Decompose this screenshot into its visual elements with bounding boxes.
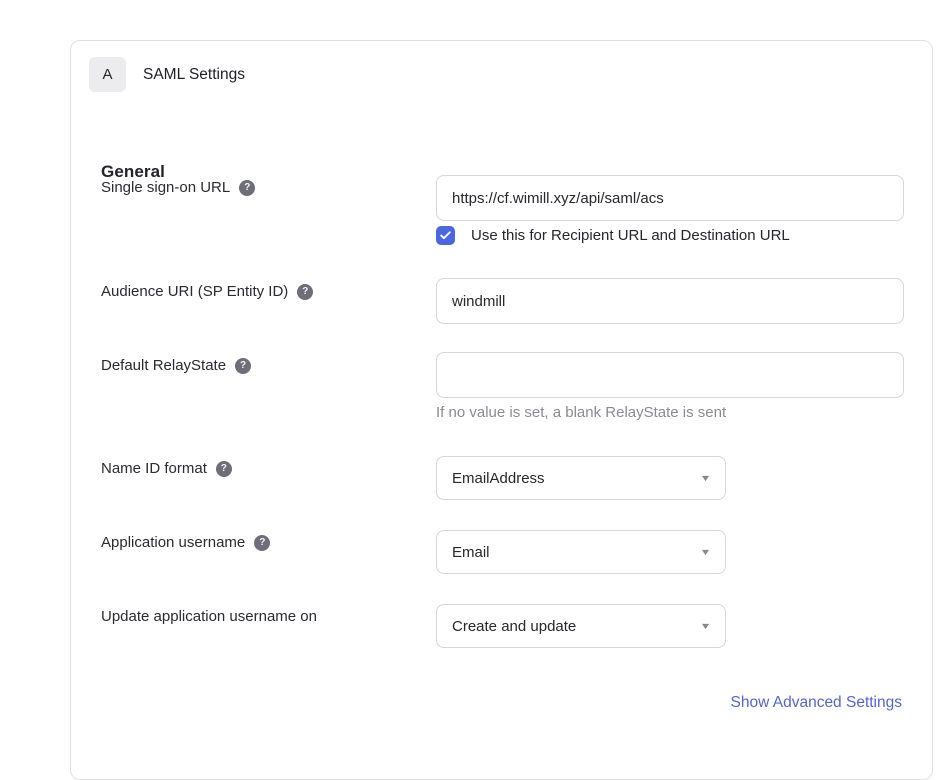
help-icon[interactable]: ?: [239, 180, 255, 196]
help-icon[interactable]: ?: [254, 535, 270, 551]
relay-state-input[interactable]: [436, 352, 904, 398]
application-username-selected-value: Email: [452, 544, 490, 561]
help-icon[interactable]: ?: [297, 284, 313, 300]
name-id-format-selected-value: EmailAddress: [452, 470, 545, 487]
update-application-username-selected-value: Create and update: [452, 618, 576, 635]
sso-url-label-text: Single sign-on URL: [101, 179, 230, 196]
update-application-username-select[interactable]: Create and update ▼: [436, 604, 726, 648]
show-advanced-settings-link[interactable]: Show Advanced Settings: [731, 694, 902, 712]
application-username-select[interactable]: Email ▼: [436, 530, 726, 574]
relay-state-label-text: Default RelayState: [101, 357, 226, 374]
application-username-label: Application username ?: [101, 534, 270, 551]
relay-state-helper-text: If no value is set, a blank RelayState i…: [436, 404, 726, 421]
checkmark-icon: [439, 229, 452, 242]
name-id-format-label: Name ID format ?: [101, 460, 232, 477]
saml-settings-card: A SAML Settings General Single sign-on U…: [70, 40, 933, 780]
audience-uri-label-text: Audience URI (SP Entity ID): [101, 283, 288, 300]
name-id-format-select[interactable]: EmailAddress ▼: [436, 456, 726, 500]
relay-state-label: Default RelayState ?: [101, 357, 251, 374]
name-id-format-label-text: Name ID format: [101, 460, 207, 477]
recipient-url-checkbox-label: Use this for Recipient URL and Destinati…: [471, 227, 790, 244]
chevron-down-icon: ▼: [700, 621, 712, 631]
chevron-down-icon: ▼: [700, 473, 712, 483]
help-icon[interactable]: ?: [216, 461, 232, 477]
help-icon[interactable]: ?: [235, 358, 251, 374]
chevron-down-icon: ▼: [700, 547, 712, 557]
audience-uri-label: Audience URI (SP Entity ID) ?: [101, 283, 313, 300]
update-application-username-label-text: Update application username on: [101, 608, 317, 625]
recipient-url-checkbox[interactable]: [436, 226, 455, 245]
sso-checkbox-row: Use this for Recipient URL and Destinati…: [436, 226, 790, 245]
page-title: SAML Settings: [143, 66, 245, 84]
step-badge: A: [89, 57, 126, 92]
audience-uri-input[interactable]: [436, 278, 904, 324]
update-application-username-label: Update application username on: [101, 608, 317, 625]
card-header: A SAML Settings: [89, 57, 245, 92]
application-username-label-text: Application username: [101, 534, 245, 551]
sso-url-label: Single sign-on URL ?: [101, 179, 255, 196]
sso-url-input[interactable]: [436, 175, 904, 221]
